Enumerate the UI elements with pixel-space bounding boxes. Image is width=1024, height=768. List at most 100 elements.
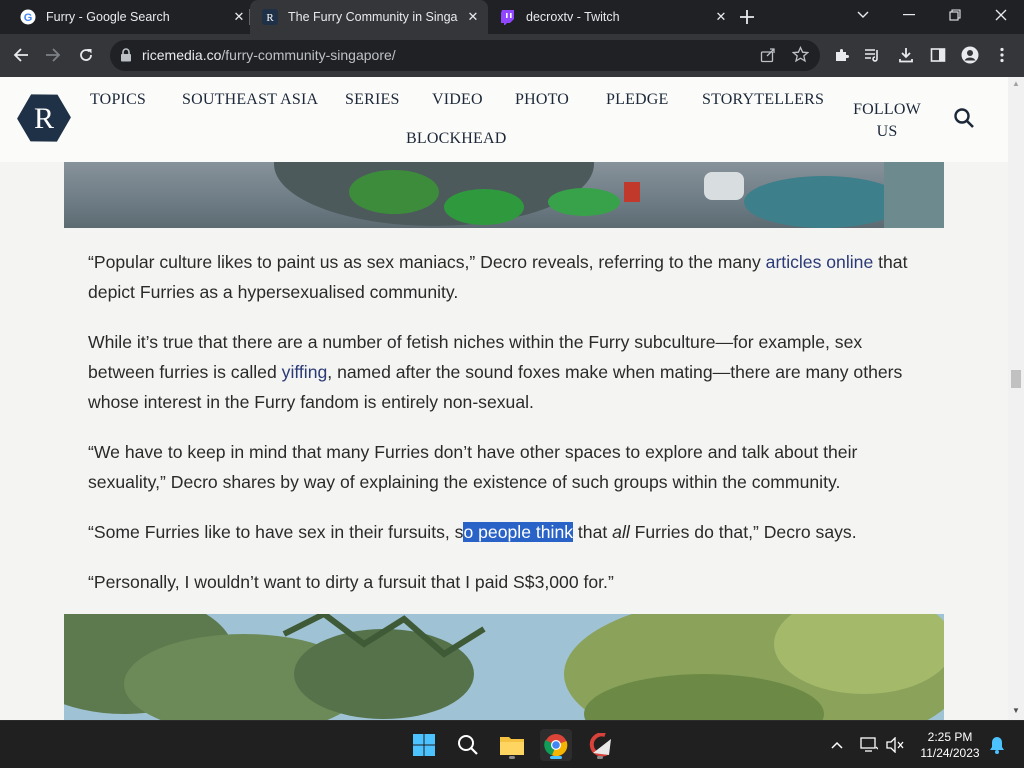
tab-search-button[interactable]: [840, 0, 886, 30]
show-hidden-icons-button[interactable]: [822, 729, 852, 761]
page-scrollbar[interactable]: ▲ ▼: [1008, 77, 1024, 720]
side-panel-button[interactable]: [925, 42, 951, 68]
bell-icon: [990, 737, 1004, 754]
folder-icon: [500, 737, 524, 755]
download-icon: [899, 48, 913, 63]
arrow-right-icon: [46, 48, 61, 62]
tab-furry-community[interactable]: R The Furry Community in Singapo ✕: [250, 0, 488, 34]
running-indicator: [509, 756, 515, 759]
clock-time: 2:25 PM: [927, 730, 973, 744]
nav-photo[interactable]: PHOTO: [515, 91, 569, 109]
yiffing-link[interactable]: yiffing: [282, 362, 328, 382]
bookmark-star-icon[interactable]: [791, 45, 810, 68]
tab-google-search[interactable]: G Furry - Google Search ✕: [8, 0, 248, 34]
browser-toolbar: ricemedia.co/furry-community-singapore/: [0, 34, 1024, 77]
site-search-icon[interactable]: [953, 107, 977, 131]
article-image-top: [64, 162, 944, 228]
file-explorer-button[interactable]: [496, 729, 528, 761]
article-body: “Popular culture likes to paint us as se…: [88, 247, 918, 617]
paragraph-3: “We have to keep in mind that many Furri…: [88, 442, 858, 492]
tab-title: decroxtv - Twitch: [526, 10, 620, 24]
text-span: that: [573, 522, 613, 542]
minimize-button[interactable]: [886, 0, 932, 30]
close-window-button[interactable]: [978, 0, 1024, 30]
extensions-button[interactable]: [829, 42, 855, 68]
paragraph-1: “Popular culture likes to paint us as se…: [88, 247, 918, 307]
paragraph-4: “Some Furries like to have sex in their …: [88, 517, 918, 547]
start-button[interactable]: [408, 729, 440, 761]
volume-button[interactable]: [880, 729, 910, 761]
arrow-left-icon: [13, 48, 28, 62]
active-indicator: [550, 756, 562, 759]
svg-text:R: R: [266, 12, 274, 24]
reload-button[interactable]: [73, 42, 99, 68]
scroll-down-arrow-icon[interactable]: ▼: [1008, 706, 1024, 718]
nav-video[interactable]: VIDEO: [432, 91, 483, 109]
url-host: ricemedia.co: [142, 47, 222, 63]
chrome-button[interactable]: [540, 729, 572, 761]
cropped-photo-top: [274, 162, 944, 228]
text-span: “Some Furries like to have sex in their …: [88, 522, 464, 542]
reading-list-button[interactable]: [860, 42, 886, 68]
paragraph-5: “Personally, I wouldn’t want to dirty a …: [88, 572, 614, 592]
downloads-button[interactable]: [893, 42, 919, 68]
speaker-muted-icon: [886, 737, 904, 753]
google-icon: G: [20, 9, 36, 25]
close-tab-icon[interactable]: ✕: [712, 8, 730, 26]
running-indicator: [597, 756, 603, 759]
taskbar-search-button[interactable]: [452, 729, 484, 761]
paragraph-2: While it’s true that there are a number …: [88, 327, 918, 417]
nav-blockhead[interactable]: BLOCKHEAD: [406, 130, 506, 148]
media-queue-icon: [865, 49, 878, 62]
notifications-button[interactable]: [984, 729, 1010, 761]
plus-icon: [740, 10, 754, 24]
url-text[interactable]: ricemedia.co/furry-community-singapore/: [142, 47, 396, 63]
nav-topics[interactable]: TOPICS: [90, 91, 146, 109]
url-path: /furry-community-singapore/: [221, 47, 396, 63]
close-icon: [995, 9, 1007, 21]
scrollbar-thumb[interactable]: [1011, 370, 1021, 388]
ricemedia-icon: R: [262, 9, 278, 25]
nav-pledge[interactable]: PLEDGE: [606, 91, 669, 109]
windows-taskbar: 2:25 PM 11/24/2023: [0, 720, 1024, 768]
back-button[interactable]: [8, 42, 34, 68]
lock-icon[interactable]: [120, 48, 132, 67]
close-tab-icon[interactable]: ✕: [230, 8, 248, 26]
search-icon: [458, 735, 478, 755]
network-icon: [860, 737, 878, 752]
ricemedia-logo[interactable]: R: [17, 91, 71, 145]
nav-series[interactable]: SERIES: [345, 91, 400, 109]
profile-button[interactable]: [957, 42, 983, 68]
nav-follow-us[interactable]: FOLLOW US: [852, 99, 922, 143]
address-bar[interactable]: ricemedia.co/furry-community-singapore/: [110, 40, 820, 71]
puzzle-icon: [836, 49, 849, 61]
forward-button[interactable]: [40, 42, 66, 68]
text-span: “Popular culture likes to paint us as se…: [88, 252, 766, 272]
chevron-up-icon: [831, 741, 843, 749]
minimize-icon: [903, 14, 915, 16]
twitch-icon: [500, 9, 516, 25]
menu-button[interactable]: [989, 42, 1015, 68]
tab-title: Furry - Google Search: [46, 10, 170, 24]
scroll-up-arrow-icon[interactable]: ▲: [1008, 79, 1024, 91]
cropped-photo-bottom: [64, 614, 944, 720]
logo-letter: R: [34, 102, 54, 135]
emphasis-all: all: [612, 522, 630, 542]
side-panel-icon: [930, 48, 946, 62]
nav-southeast-asia[interactable]: SOUTHEAST ASIA: [182, 91, 318, 109]
nav-storytellers[interactable]: STORYTELLERS: [702, 91, 824, 109]
articles-online-link[interactable]: articles online: [766, 252, 874, 272]
text-span: Furries do that,” Decro says.: [629, 522, 857, 542]
follow-line-2: US: [876, 123, 898, 140]
ccleaner-icon: [589, 733, 611, 757]
close-tab-icon[interactable]: ✕: [464, 8, 482, 26]
chrome-icon: [544, 734, 568, 757]
system-clock[interactable]: 2:25 PM 11/24/2023: [914, 729, 986, 761]
selected-text[interactable]: o people think: [463, 522, 574, 542]
ccleaner-button[interactable]: [584, 729, 616, 761]
restore-button[interactable]: [932, 0, 978, 30]
new-tab-button[interactable]: [736, 6, 758, 28]
restore-icon: [949, 9, 961, 21]
share-icon[interactable]: [760, 47, 776, 68]
tab-twitch[interactable]: decroxtv - Twitch ✕: [490, 0, 730, 34]
